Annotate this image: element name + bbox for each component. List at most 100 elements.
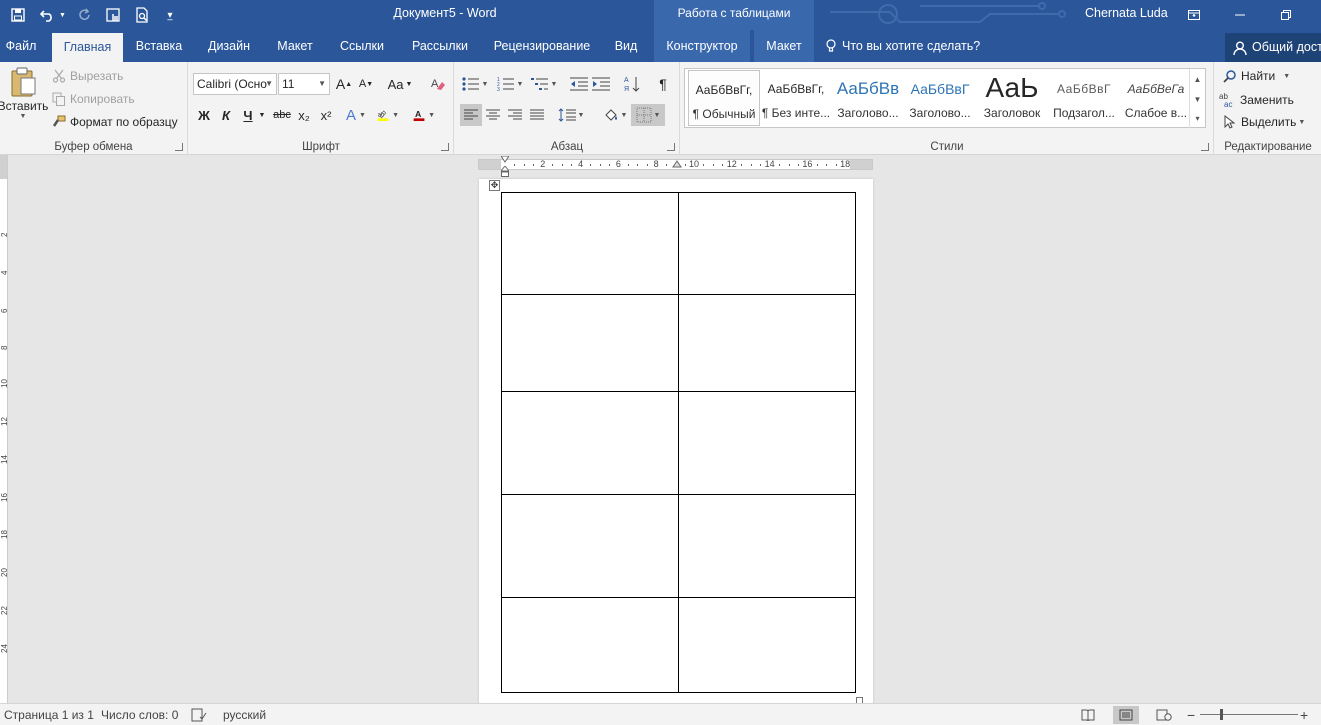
replace-button[interactable]: ab ac Заменить <box>1219 92 1294 108</box>
redo-button[interactable] <box>70 0 100 30</box>
print-preview-button[interactable] <box>128 0 156 30</box>
style-heading-1[interactable]: АаБбВв Заголово... <box>832 70 904 126</box>
paragraph-launcher-icon[interactable] <box>667 143 675 151</box>
style-no-spacing[interactable]: АаБбВвГг, ¶ Без инте... <box>760 70 832 126</box>
document-table[interactable] <box>501 192 856 693</box>
language-indicator[interactable]: русский <box>223 704 266 725</box>
read-mode-button[interactable] <box>1075 706 1101 724</box>
gallery-scroll-down-icon[interactable]: ▼ <box>1189 89 1205 109</box>
multilevel-list-button[interactable]: ▼ <box>529 73 559 95</box>
borders-button[interactable]: ▼ <box>631 104 665 126</box>
first-line-indent-marker-icon[interactable] <box>501 156 509 163</box>
page-count[interactable]: Страница 1 из 1 <box>4 704 94 725</box>
change-case-button[interactable]: Aa ▼ <box>385 73 415 95</box>
italic-button[interactable]: К <box>215 104 237 126</box>
numbering-button[interactable]: 123 ▼ <box>495 73 525 95</box>
ribbon-display-options-button[interactable] <box>1171 0 1217 30</box>
user-name[interactable]: Chernata Luda <box>1085 0 1168 30</box>
cut-button[interactable]: Вырезать <box>52 69 123 83</box>
clear-formatting-button[interactable]: A <box>427 73 449 95</box>
customize-qat-button[interactable]: ▾̲ <box>156 0 184 30</box>
column-marker-icon[interactable] <box>672 160 682 170</box>
tab-view[interactable]: Вид <box>606 30 646 62</box>
print-layout-button[interactable] <box>1113 706 1139 724</box>
save-button[interactable] <box>0 0 36 30</box>
gallery-scroll-up-icon[interactable]: ▲ <box>1189 69 1205 89</box>
bullets-button[interactable]: ▼ <box>460 73 490 95</box>
tab-file[interactable]: Файл <box>0 30 42 62</box>
undo-dropdown-icon[interactable]: ▼ <box>59 12 66 19</box>
horizontal-ruler[interactable]: 2 4 6 8 10 12 14 16 18 <box>478 156 873 177</box>
zoom-slider[interactable] <box>1200 714 1298 715</box>
document-page[interactable]: ✥ <box>479 179 873 703</box>
style-subtle-emphasis[interactable]: АаБбВеГа Слабое в... <box>1120 70 1192 126</box>
font-size-dropdown-icon[interactable]: ▼ <box>318 74 326 94</box>
table-cell[interactable] <box>678 494 856 598</box>
tell-me-box[interactable]: Что вы хотите сделать? <box>826 30 980 62</box>
bold-button[interactable]: Ж <box>193 104 215 126</box>
copy-button[interactable]: Копировать <box>52 92 135 106</box>
table-cell[interactable] <box>501 391 679 495</box>
tab-review[interactable]: Рецензирование <box>487 30 597 62</box>
table-cell[interactable] <box>678 597 856 693</box>
font-name-dropdown-icon[interactable]: ▼ <box>265 74 273 94</box>
font-launcher-icon[interactable] <box>441 143 449 151</box>
web-layout-button[interactable] <box>1151 706 1177 724</box>
touch-mode-button[interactable] <box>100 0 128 30</box>
font-color-button[interactable]: A ▼ <box>413 104 435 126</box>
shrink-font-button[interactable]: A ▼ <box>355 73 377 95</box>
word-count[interactable]: Число слов: 0 <box>101 704 178 725</box>
align-right-button[interactable] <box>504 104 526 126</box>
table-cell[interactable] <box>678 294 856 392</box>
increase-indent-button[interactable] <box>590 73 612 95</box>
justify-button[interactable] <box>526 104 548 126</box>
proofing-status[interactable] <box>191 707 207 723</box>
superscript-button[interactable]: x² <box>315 104 337 126</box>
hanging-indent-marker-icon[interactable] <box>501 166 509 177</box>
sort-button[interactable]: AЯ <box>622 73 644 95</box>
table-cell[interactable] <box>501 597 679 693</box>
underline-dropdown-icon[interactable]: ▼ <box>257 104 267 126</box>
undo-button[interactable]: ▼ <box>36 0 70 30</box>
paste-button[interactable]: Вставить ▼ <box>0 66 48 130</box>
tab-design[interactable]: Дизайн <box>199 30 259 62</box>
table-move-handle-icon[interactable]: ✥ <box>489 180 500 191</box>
shading-button[interactable]: ▼ <box>600 104 630 126</box>
paste-dropdown-icon[interactable]: ▼ <box>20 113 27 120</box>
zoom-slider-thumb[interactable] <box>1220 709 1223 720</box>
find-dropdown-icon[interactable]: ▼ <box>1283 73 1290 80</box>
select-button[interactable]: Выделить ▼ <box>1223 115 1305 129</box>
text-effects-button[interactable]: A ▼ <box>345 104 367 126</box>
tab-table-layout[interactable]: Макет <box>754 30 814 62</box>
table-cell[interactable] <box>678 391 856 495</box>
zoom-in-button[interactable]: + <box>1300 704 1308 725</box>
style-title[interactable]: АаЬ Заголовок <box>976 70 1048 126</box>
grow-font-button[interactable]: A ▲ <box>333 73 355 95</box>
tab-table-design[interactable]: Конструктор <box>654 30 750 62</box>
style-normal[interactable]: АаБбВвГг, ¶ Обычный <box>688 70 760 126</box>
table-cell[interactable] <box>501 294 679 392</box>
font-size-combo[interactable]: 11 ▼ <box>278 73 330 95</box>
clipboard-launcher-icon[interactable] <box>175 143 183 151</box>
select-dropdown-icon[interactable]: ▼ <box>1298 119 1305 126</box>
tab-references[interactable]: Ссылки <box>332 30 392 62</box>
minimize-button[interactable] <box>1217 0 1263 30</box>
format-painter-button[interactable]: Формат по образцу <box>52 115 178 129</box>
gallery-more-icon[interactable]: ▾ <box>1189 108 1205 128</box>
tab-home[interactable]: Главная <box>52 33 123 62</box>
vertical-ruler[interactable]: 24681012141618202224 <box>0 155 8 703</box>
table-cell[interactable] <box>501 494 679 598</box>
line-spacing-button[interactable]: ▼ <box>556 104 586 126</box>
decrease-indent-button[interactable] <box>568 73 590 95</box>
highlight-button[interactable]: ab ▼ <box>377 104 399 126</box>
show-marks-button[interactable]: ¶ <box>652 73 674 95</box>
strikethrough-button[interactable]: abc <box>271 104 293 126</box>
restore-button[interactable] <box>1263 0 1309 30</box>
table-cell[interactable] <box>678 192 856 295</box>
subscript-button[interactable]: x₂ <box>293 104 315 126</box>
tab-insert[interactable]: Вставка <box>128 30 190 62</box>
align-left-button[interactable] <box>460 104 482 126</box>
tab-mailings[interactable]: Рассылки <box>403 30 477 62</box>
share-button[interactable]: Общий досту <box>1225 33 1321 62</box>
zoom-out-button[interactable]: − <box>1187 704 1195 725</box>
